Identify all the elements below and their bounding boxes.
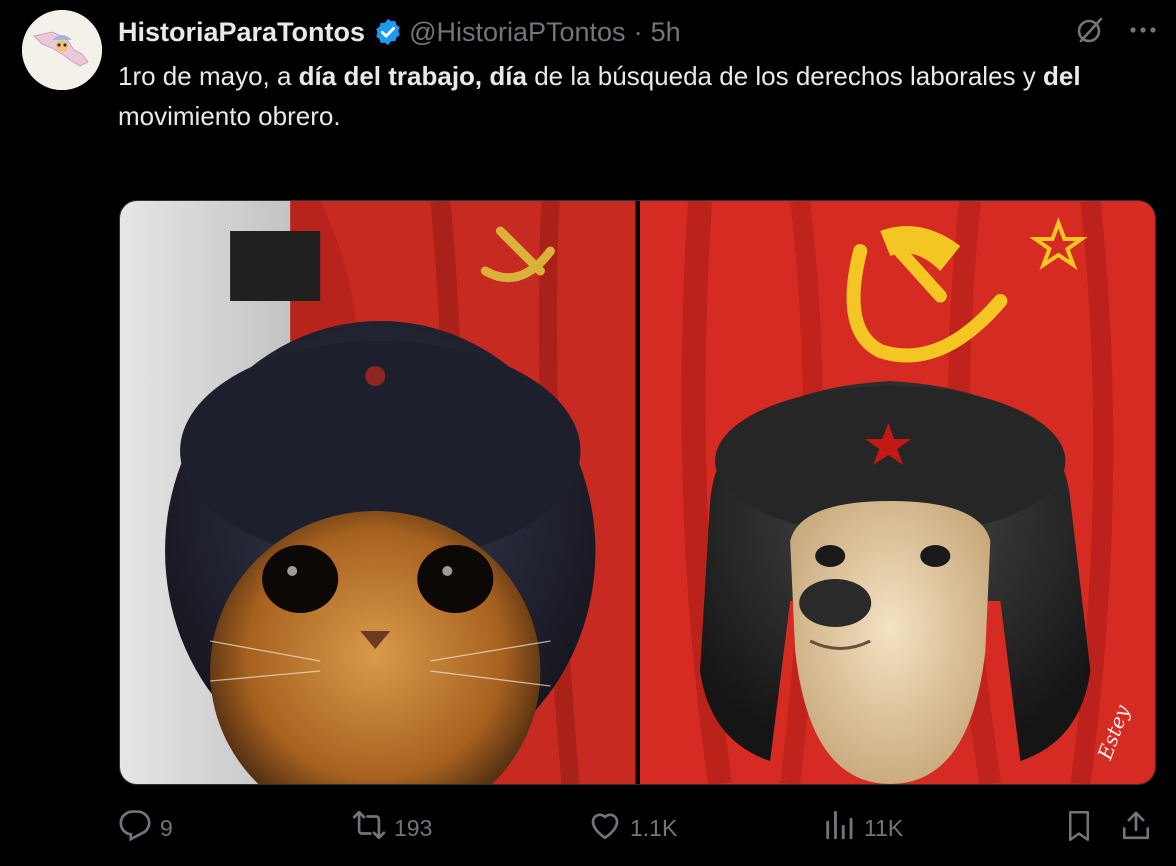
verified-badge-icon[interactable] bbox=[373, 17, 403, 47]
tweet-text-segment: 1ro de mayo, a bbox=[118, 61, 299, 91]
views-button[interactable]: 11K bbox=[822, 805, 903, 851]
views-count: 11K bbox=[864, 814, 904, 841]
share-group bbox=[1064, 805, 1152, 851]
tweet-text-segment: de la búsqueda de los derechos laborales… bbox=[526, 61, 1043, 91]
bookmark-icon[interactable] bbox=[1064, 809, 1094, 848]
like-count: 1.1K bbox=[630, 814, 678, 841]
tweet-text-bold: día del trabajo, bbox=[298, 61, 483, 91]
tweet-header: HistoriaParaTontos @HistoriaPTontos · 5h bbox=[118, 14, 681, 50]
repost-icon bbox=[352, 808, 386, 848]
mexico-map-avatar-image bbox=[22, 10, 102, 90]
repost-button[interactable]: 193 bbox=[352, 805, 432, 851]
like-icon bbox=[588, 808, 622, 848]
share-icon[interactable] bbox=[1120, 809, 1152, 848]
tweet-text-bold: día bbox=[489, 61, 527, 91]
tweet-text-segment: movimiento obrero. bbox=[118, 101, 341, 131]
separator-dot: · bbox=[633, 16, 643, 47]
like-button[interactable]: 1.1K bbox=[588, 805, 677, 851]
tweet-text-bold: del bbox=[1042, 61, 1081, 91]
repost-count: 193 bbox=[394, 814, 433, 841]
timestamp[interactable]: 5h bbox=[651, 17, 681, 48]
views-icon bbox=[822, 808, 856, 848]
top-right-actions bbox=[1074, 14, 1158, 51]
reply-icon bbox=[118, 808, 152, 848]
author-name[interactable]: HistoriaParaTontos bbox=[118, 17, 365, 48]
author-handle[interactable]: @HistoriaPTontos bbox=[409, 17, 626, 48]
media-grid: Estey bbox=[119, 200, 1156, 785]
reply-count: 9 bbox=[160, 814, 173, 841]
avatar[interactable] bbox=[22, 10, 102, 90]
cat-in-ushanka-image[interactable] bbox=[120, 201, 636, 784]
more-icon[interactable] bbox=[1128, 15, 1158, 50]
reply-button[interactable]: 9 bbox=[118, 805, 173, 851]
tweet-text: 1ro de mayo, a día del trabajo, día de l… bbox=[118, 56, 1128, 136]
action-bar: 9 193 1.1K 11K bbox=[0, 805, 1176, 851]
dog-in-ushanka-painting-image[interactable]: Estey bbox=[639, 201, 1155, 784]
grok-icon[interactable] bbox=[1074, 14, 1106, 51]
